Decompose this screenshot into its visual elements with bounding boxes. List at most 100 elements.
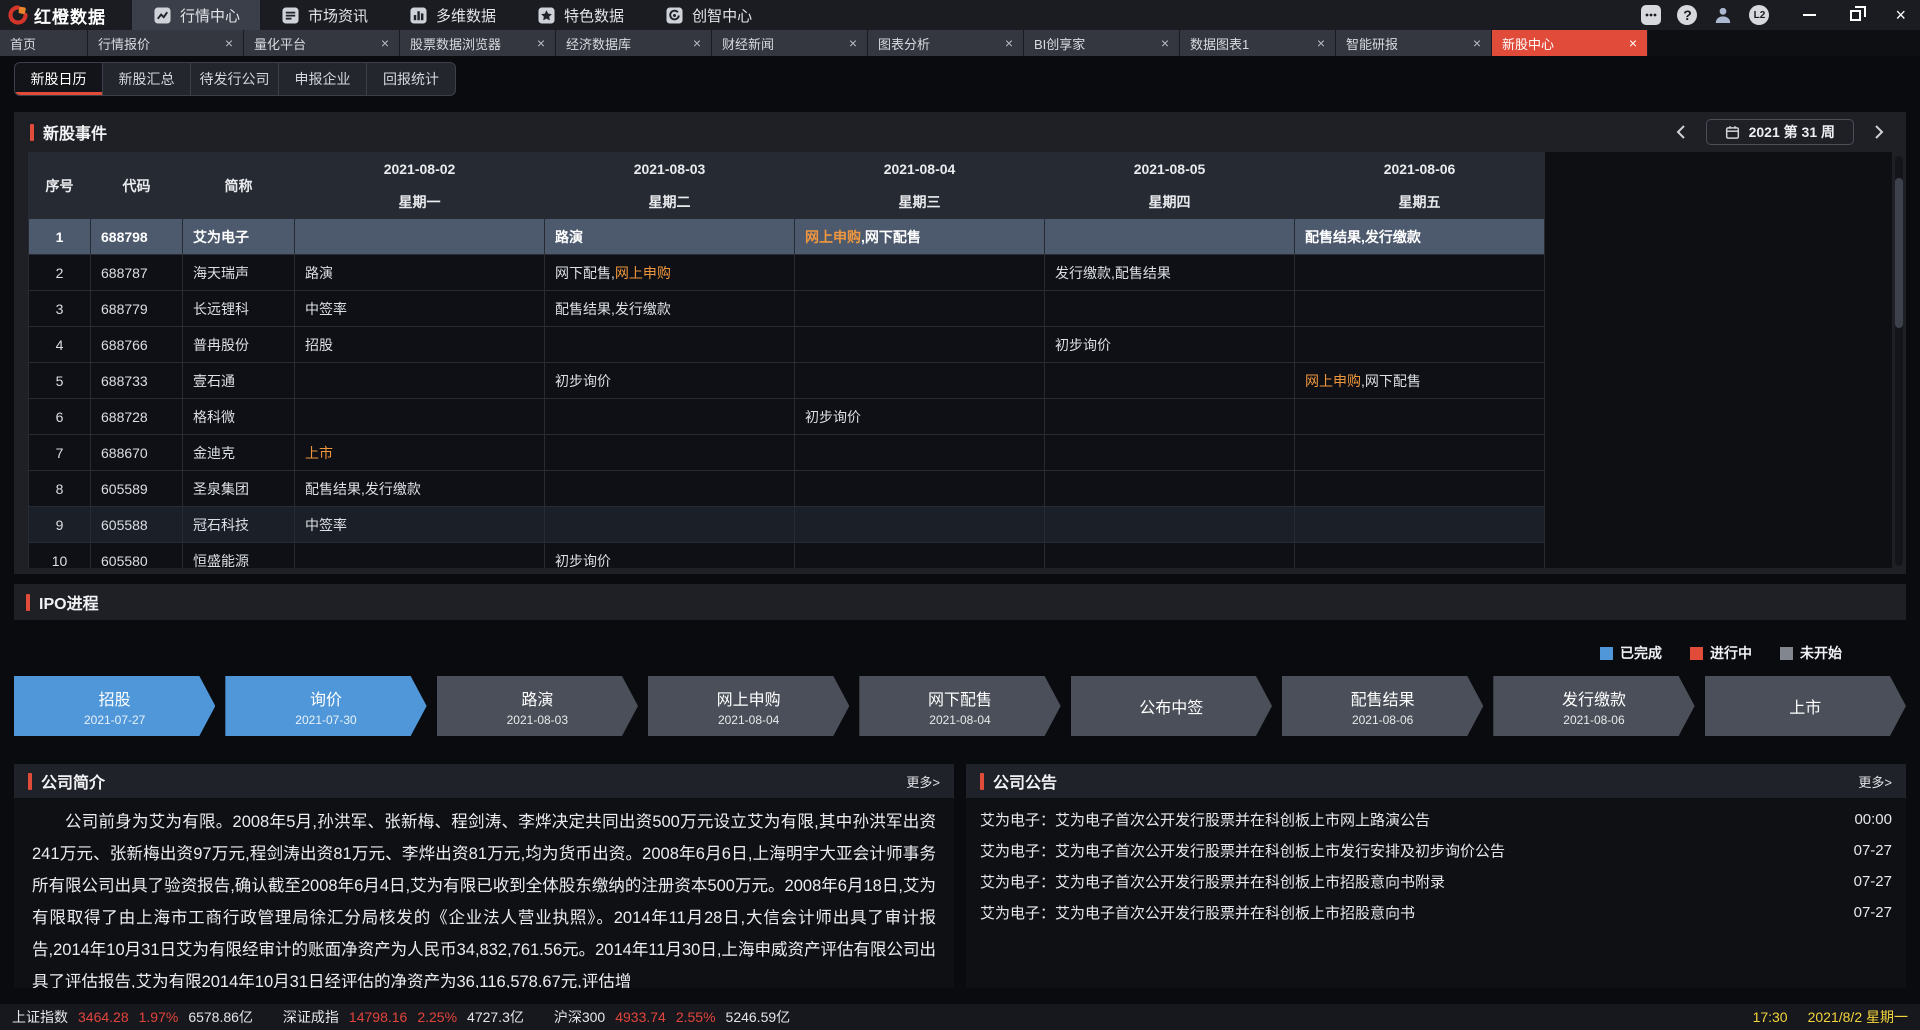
subtab-新股汇总[interactable]: 新股汇总 [103,63,191,95]
event-text: 配售结果,发行缴款 [1305,229,1421,245]
index-change-pct: 2.55% [676,1009,716,1025]
table-row[interactable]: 5688733壹石通初步询价网上申购,网下配售 [29,363,1545,399]
step-date: 2021-08-03 [507,713,568,727]
tab-label: 行情报价 [98,34,219,53]
tab-close-icon[interactable]: × [1623,35,1637,51]
cell-event [545,435,795,471]
menu-item-特色数据[interactable]: 特色数据 [516,0,644,30]
tab-close-icon[interactable]: × [843,35,857,51]
tab-股票数据浏览器[interactable]: 股票数据浏览器× [400,30,556,56]
announcement-row[interactable]: 艾为电子：艾为电子首次公开发行股票并在科创板上市招股意向书附录07-27 [980,866,1892,897]
ipo-step-公布中签: 公布中签 [1071,676,1272,736]
cell-event: 初步询价 [795,399,1045,435]
restore-button[interactable] [1850,10,1861,21]
announcement-row[interactable]: 艾为电子：艾为电子首次公开发行股票并在科创板上市招股意向书07-27 [980,897,1892,928]
legend-swatch [1780,647,1793,660]
more-apps-icon[interactable] [1641,5,1661,25]
menu-item-市场资讯[interactable]: 市场资讯 [260,0,388,30]
subtab-回报统计[interactable]: 回报统计 [367,63,455,95]
tab-首页[interactable]: 首页 [0,30,88,56]
title-accent-bar [30,124,34,141]
company-profile-panel: 公司简介 更多> 公司前身为艾为有限。2008年5月,孙洪军、张新梅、程剑涛、李… [14,764,954,988]
subtab-待发行公司[interactable]: 待发行公司 [191,63,279,95]
tab-close-icon[interactable]: × [531,35,545,51]
tab-close-icon[interactable]: × [687,35,701,51]
tab-close-icon[interactable]: × [375,35,389,51]
table-row[interactable]: 1688798艾为电子路演网上申购,网下配售配售结果,发行缴款 [29,219,1545,255]
ipo-step-上市: 上市 [1705,676,1906,736]
profile-more-link[interactable]: 更多> [906,772,940,791]
tab-图表分析[interactable]: 图表分析× [868,30,1024,56]
cell-event [1045,507,1295,543]
next-week-button[interactable] [1868,121,1890,143]
tab-财经新闻[interactable]: 财经新闻× [712,30,868,56]
col-header-weekday: 星期二 [545,186,795,219]
tab-label: 财经新闻 [722,34,843,53]
topbar: 红橙数据 行情中心市场资讯多维数据特色数据创智中心 ? L2 × [0,0,1920,30]
cell-code: 605589 [91,471,183,507]
cell-seq: 3 [29,291,91,327]
tab-close-icon[interactable]: × [999,35,1013,51]
table-row[interactable]: 4688766普冉股份招股初步询价 [29,327,1545,363]
tab-close-icon[interactable]: × [1311,35,1325,51]
tab-close-icon[interactable]: × [219,35,233,51]
tab-BI创享家[interactable]: BI创享家× [1024,30,1180,56]
table-row[interactable]: 7688670金迪克上市 [29,435,1545,471]
week-label: 2021 第 31 周 [1749,122,1835,142]
cell-event [795,471,1045,507]
event-text: 中签率 [305,301,347,317]
announcement-row[interactable]: 艾为电子：艾为电子首次公开发行股票并在科创板上市网上路演公告00:00 [980,804,1892,835]
tab-close-icon[interactable]: × [1155,35,1169,51]
tab-新股中心[interactable]: 新股中心× [1492,30,1648,56]
l2-level-icon[interactable]: L2 [1749,5,1769,25]
menu-item-行情中心[interactable]: 行情中心 [132,0,260,30]
prev-week-button[interactable] [1670,121,1692,143]
cell-name: 长远锂科 [183,291,295,327]
table-row[interactable]: 9605588冠石科技中签率 [29,507,1545,543]
subtab-申报企业[interactable]: 申报企业 [279,63,367,95]
tab-智能研报[interactable]: 智能研报× [1336,30,1492,56]
tab-行情报价[interactable]: 行情报价× [88,30,244,56]
ipo-step-网上申购: 网上申购2021-08-04 [648,676,849,736]
scrollbar-thumb[interactable] [1895,178,1903,328]
announcement-row[interactable]: 艾为电子：艾为电子首次公开发行股票并在科创板上市发行安排及初步询价公告07-27 [980,835,1892,866]
ipo-step-发行缴款: 发行缴款2021-08-06 [1493,676,1694,736]
cell-event [1045,363,1295,399]
close-button[interactable]: × [1895,6,1906,24]
subtab-新股日历[interactable]: 新股日历 [15,63,103,95]
user-icon[interactable] [1713,5,1733,25]
title-accent-bar [26,594,30,611]
table-row[interactable]: 3688779长远锂科中签率配售结果,发行缴款 [29,291,1545,327]
announcements-section-title: 公司公告 [980,769,1057,793]
table-row[interactable]: 2688787海天瑞声路演网下配售,网上申购发行缴款,配售结果 [29,255,1545,291]
table-row[interactable]: 6688728格科微初步询价 [29,399,1545,435]
event-text: 初步询价 [805,409,861,425]
help-icon[interactable]: ? [1677,5,1697,25]
col-header-date: 2021-08-06 [1295,153,1545,186]
tab-label: 图表分析 [878,34,999,53]
announcements-more-link[interactable]: 更多> [1858,772,1892,791]
menu-item-label: 创智中心 [692,5,752,26]
table-row[interactable]: 10605580恒盛能源初步询价 [29,543,1545,569]
table-row[interactable]: 8605589圣泉集团配售结果,发行缴款 [29,471,1545,507]
index-name: 深证成指 [283,1007,339,1027]
tab-label: 经济数据库 [566,34,687,53]
company-announcements-panel: 公司公告 更多> 艾为电子：艾为电子首次公开发行股票并在科创板上市网上路演公告0… [966,764,1906,988]
step-label: 招股 [99,686,131,710]
cell-event [1295,507,1545,543]
calendar-icon [1725,125,1740,140]
menu-item-多维数据[interactable]: 多维数据 [388,0,516,30]
index-上证指数: 上证指数3464.281.97%6578.86亿 [12,1007,253,1027]
cell-event: 初步询价 [545,363,795,399]
event-text: 初步询价 [1055,337,1111,353]
week-picker[interactable]: 2021 第 31 周 [1706,119,1854,145]
company-profile-text: 公司前身为艾为有限。2008年5月,孙洪军、张新梅、程剑涛、李烨决定共同出资50… [14,798,954,988]
tab-数据图表1[interactable]: 数据图表1× [1180,30,1336,56]
menu-item-创智中心[interactable]: 创智中心 [644,0,772,30]
tab-label: 新股中心 [1502,34,1623,53]
minimize-button[interactable] [1803,14,1816,16]
tab-经济数据库[interactable]: 经济数据库× [556,30,712,56]
tab-量化平台[interactable]: 量化平台× [244,30,400,56]
tab-close-icon[interactable]: × [1467,35,1481,51]
cell-event: 路演 [545,219,795,255]
